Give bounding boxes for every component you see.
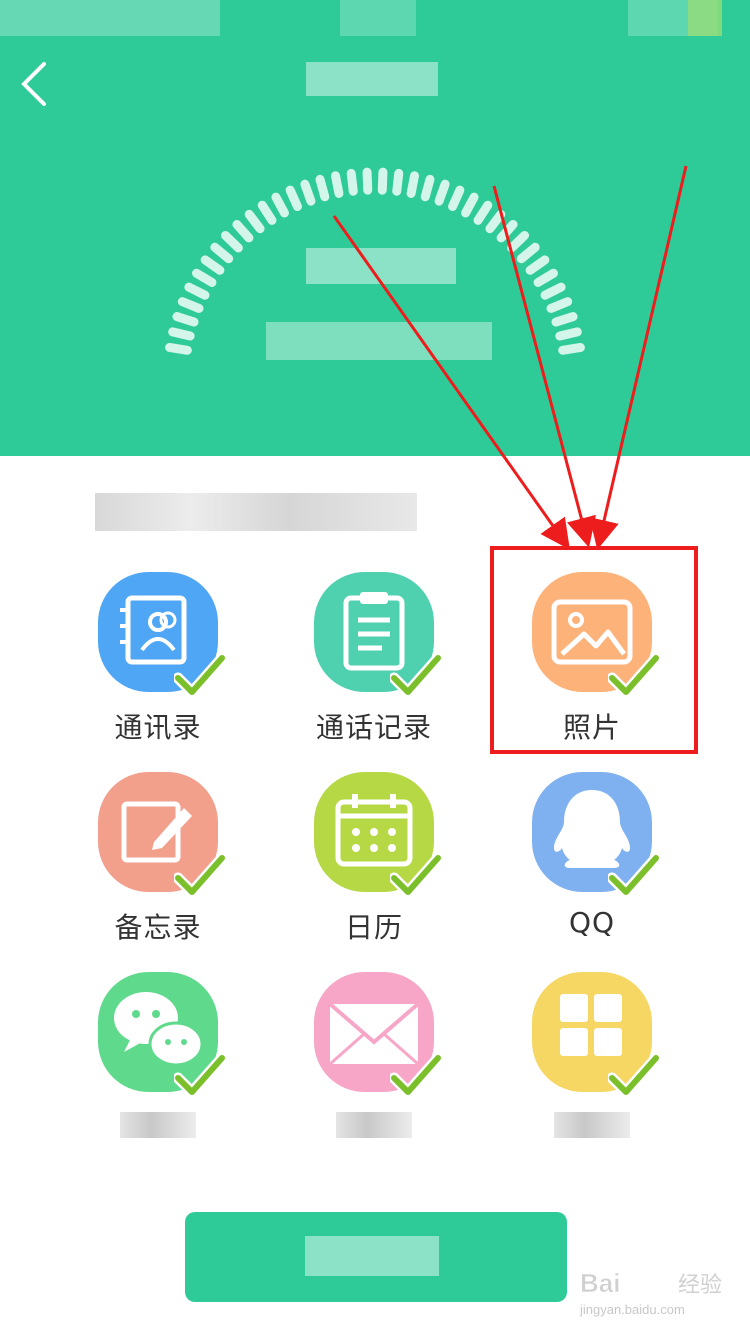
apps-icon (532, 972, 660, 1098)
gauge-tick (406, 171, 419, 198)
check-icon (390, 1052, 442, 1098)
gauge-tick (507, 230, 530, 253)
watermark-brand2: 经验 (678, 1273, 722, 1298)
gauge-tick (392, 168, 404, 196)
gauge-ring (165, 167, 585, 355)
grid-item-contacts[interactable]: 通讯录 (56, 572, 256, 762)
status-bar (0, 0, 750, 40)
gauge-tick (448, 185, 465, 212)
gauge-tick (558, 342, 585, 355)
memo-icon (98, 772, 226, 898)
grid-item-label-obscured (336, 1112, 412, 1138)
check-icon (390, 852, 442, 898)
start-button-label (305, 1236, 439, 1276)
gauge-tick (172, 312, 199, 327)
gauge-subtext (266, 322, 492, 360)
gauge-tick (533, 268, 558, 287)
gauge-tick (210, 242, 234, 264)
calendar-icon (314, 772, 442, 898)
call-log-icon (314, 572, 442, 698)
gauge-tick (555, 327, 582, 341)
gauge-tick (485, 209, 506, 234)
gauge-tick (346, 168, 358, 196)
gauge-tick (551, 312, 578, 327)
watermark-url: jingyan.baidu.com (579, 1302, 685, 1317)
gauge-value (306, 248, 456, 284)
contacts-icon (98, 572, 226, 698)
header (0, 0, 750, 456)
check-icon (390, 652, 442, 698)
annotation-highlight-box (490, 546, 698, 754)
page-title (306, 62, 438, 96)
check-icon (174, 652, 226, 698)
chevron-left-icon[interactable] (14, 58, 62, 110)
gauge-tick (540, 282, 566, 300)
gauge-tick (546, 297, 573, 313)
grid-item-label: QQ (568, 906, 616, 939)
gauge-tick (300, 179, 316, 206)
grid-item-calendar[interactable]: 日历 (272, 772, 472, 962)
start-button[interactable] (185, 1212, 567, 1302)
grid-item-label: 通话记录 (315, 711, 432, 744)
check-icon (174, 852, 226, 898)
gauge-tick (516, 242, 540, 264)
gauge-tick (232, 219, 254, 243)
gauge-tick (434, 179, 450, 206)
gauge-tick (331, 171, 344, 198)
grid-item-label-obscured (120, 1112, 196, 1138)
watermark-brand: Bai (580, 1268, 620, 1298)
grid-item-qq[interactable]: QQ (490, 772, 690, 962)
gauge-tick (377, 167, 388, 195)
grid-item-apps[interactable] (490, 972, 690, 1162)
wechat-icon (98, 972, 226, 1098)
check-icon (608, 1052, 660, 1098)
grid-item-label-obscured (554, 1112, 630, 1138)
gauge-tick (473, 200, 493, 225)
gauge-tick (200, 255, 225, 275)
gauge-tick (220, 230, 243, 253)
grid-item-label: 通讯录 (114, 711, 202, 744)
sms-icon (314, 972, 442, 1098)
section-title (95, 493, 417, 531)
gauge-tick (496, 219, 518, 243)
gauge-tick (362, 167, 373, 195)
gauge-tick (461, 192, 479, 218)
gauge-tick (177, 297, 204, 313)
grid-item-call-log[interactable]: 通话记录 (272, 572, 472, 762)
gauge-tick (257, 200, 277, 225)
grid-item-memo[interactable]: 备忘录 (56, 772, 256, 962)
gauge-tick (420, 174, 435, 202)
check-icon (174, 1052, 226, 1098)
grid-item-label: 日历 (344, 911, 403, 944)
qq-icon (532, 772, 660, 898)
baidu-jingyan-watermark: Bai 经验 jingyan.baidu.com (579, 1268, 722, 1317)
grid-item-label: 备忘录 (114, 911, 202, 944)
gauge-tick (271, 192, 289, 218)
gauge-tick (285, 185, 302, 212)
gauge-tick (525, 255, 550, 275)
grid-item-sms[interactable] (272, 972, 472, 1162)
gauge-tick (184, 282, 210, 300)
gauge-tick (168, 327, 195, 341)
gauge-tick (244, 209, 265, 234)
gauge-tick (192, 268, 217, 287)
grid-item-wechat[interactable] (56, 972, 256, 1162)
gauge-tick (165, 342, 192, 355)
gauge-tick (315, 174, 330, 202)
check-icon (608, 852, 660, 898)
